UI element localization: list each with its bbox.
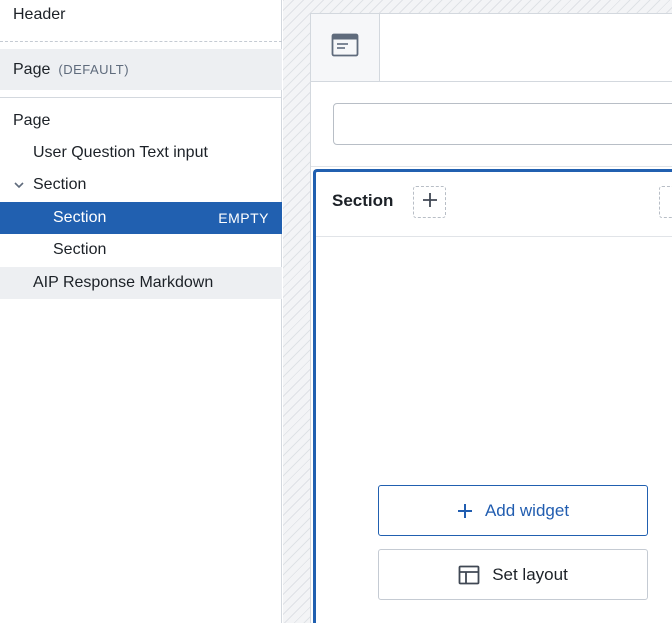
set-layout-button[interactable]: Set layout <box>378 549 648 600</box>
section-header: Section <box>316 172 672 237</box>
default-page-tag: (DEFAULT) <box>58 62 130 77</box>
section-title: Section <box>332 191 394 210</box>
tree-item-section-child[interactable]: Section <box>0 234 282 266</box>
chevron-down-icon[interactable] <box>13 179 33 191</box>
add-widget-label: Add widget <box>484 500 570 520</box>
user-question-input[interactable] <box>333 103 672 145</box>
tree-item-label: Section <box>33 176 87 193</box>
canvas-divider <box>311 166 672 167</box>
page-frame: Section Add widget Set layout <box>310 13 672 623</box>
tree-item-label: AIP Response Markdown <box>33 274 214 291</box>
add-to-section-button[interactable] <box>413 186 446 218</box>
outline-default-page-item[interactable]: Page (DEFAULT) <box>0 49 282 90</box>
plus-icon <box>422 192 438 213</box>
user-question-text-field[interactable] <box>334 104 672 144</box>
tree-item-label: Section <box>53 209 107 226</box>
plus-icon <box>457 503 473 519</box>
outline-divider-dashed <box>0 41 282 42</box>
empty-badge: EMPTY <box>218 210 269 226</box>
tree-item-section[interactable]: Section <box>0 169 282 201</box>
outline-divider <box>0 97 282 98</box>
set-layout-label: Set layout <box>492 564 568 584</box>
page-tab[interactable] <box>311 14 380 81</box>
selected-section[interactable]: Section Add widget Set layout <box>313 169 672 623</box>
tree-item-label: Section <box>53 241 107 258</box>
section-header-button[interactable] <box>659 186 672 218</box>
editor-canvas: Section Add widget Set layout <box>283 0 672 623</box>
tree-item-section-selected[interactable]: Section EMPTY <box>0 202 282 234</box>
outline-header-item[interactable]: Header <box>0 0 282 30</box>
layout-grid-icon <box>458 565 480 585</box>
tree-item-user-question[interactable]: User Question Text input <box>0 137 282 169</box>
outline-header-label: Header <box>13 6 66 23</box>
tree-item-page[interactable]: Page <box>0 105 282 137</box>
tree-item-label: Page <box>13 112 51 129</box>
add-widget-button[interactable]: Add widget <box>378 485 648 536</box>
page-tab-bar <box>311 14 672 82</box>
default-page-label: Page <box>13 60 51 78</box>
tree-item-label: User Question Text input <box>33 144 208 161</box>
outline-panel: Header Page (DEFAULT) Page User Question… <box>0 0 282 623</box>
page-layout-icon <box>331 33 359 62</box>
tree-item-aip-response[interactable]: AIP Response Markdown <box>0 267 282 299</box>
